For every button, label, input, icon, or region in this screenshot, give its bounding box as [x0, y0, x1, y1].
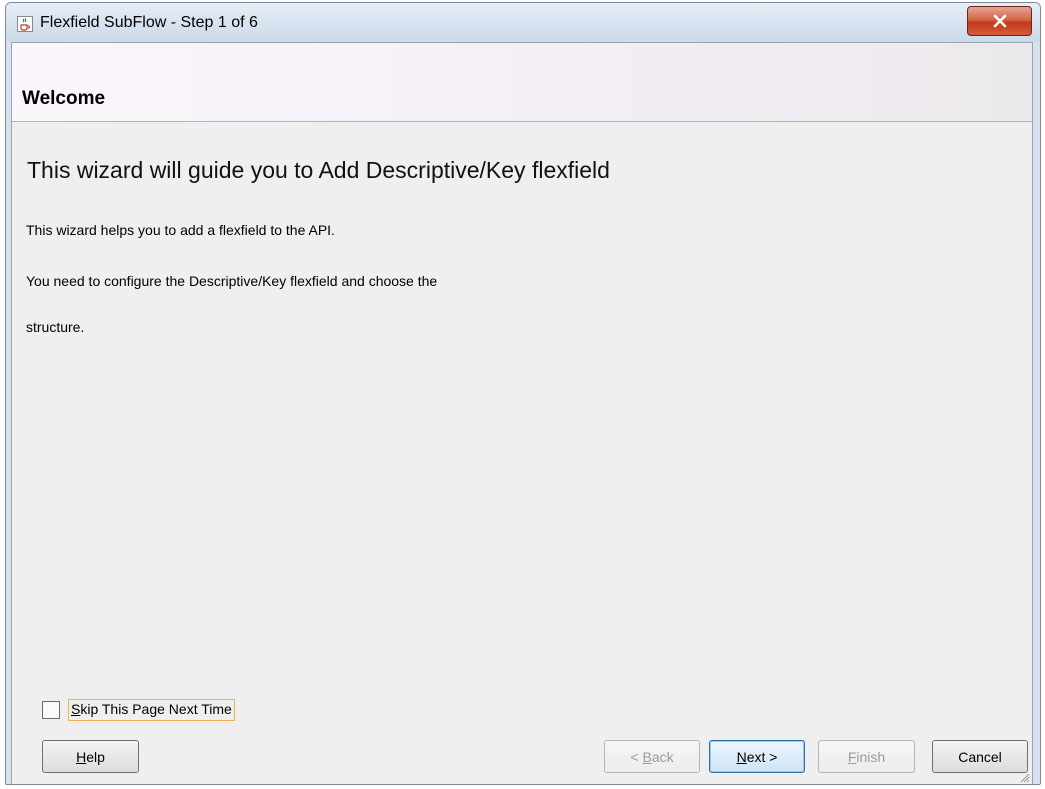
- help-label: elp: [86, 748, 105, 765]
- description-line-2: You need to configure the Descriptive/Ke…: [26, 273, 438, 289]
- description-line-3: structure.: [26, 319, 85, 335]
- cancel-label: Cancel: [958, 748, 1002, 765]
- skip-label-text: kip This Page Next Time: [80, 701, 232, 717]
- skip-page-label[interactable]: Skip This Page Next Time: [68, 699, 235, 721]
- finish-mnemonic: F: [847, 748, 857, 765]
- cancel-button[interactable]: Cancel: [932, 740, 1028, 773]
- close-button[interactable]: [967, 6, 1032, 36]
- back-button[interactable]: < Back: [604, 740, 700, 773]
- java-coffee-cup-icon: [17, 16, 33, 32]
- help-mnemonic: H: [76, 748, 87, 765]
- next-label: ext >: [746, 748, 778, 765]
- finish-button[interactable]: Finish: [818, 740, 915, 773]
- close-icon: [993, 14, 1006, 28]
- skip-label-mnemonic: S: [71, 701, 81, 717]
- back-mnemonic: B: [642, 748, 652, 765]
- wizard-heading: This wizard will guide you to Add Descri…: [27, 157, 610, 183]
- description-line-1: This wizard helps you to add a flexfield…: [26, 222, 335, 238]
- back-label: ack: [651, 748, 674, 765]
- page-title: Welcome: [22, 88, 106, 109]
- dialog-body: Welcome This wizard will guide you to Ad…: [11, 42, 1033, 784]
- next-mnemonic: N: [736, 748, 747, 765]
- window-title: Flexfield SubFlow - Step 1 of 6: [40, 14, 258, 31]
- finish-label: inish: [856, 748, 886, 765]
- skip-page-checkbox[interactable]: [42, 701, 60, 719]
- title-bar[interactable]: Flexfield SubFlow - Step 1 of 6: [6, 3, 1040, 42]
- wizard-window: Flexfield SubFlow - Step 1 of 6 Welcome …: [5, 2, 1041, 785]
- page-header: Welcome: [12, 43, 1032, 122]
- next-button[interactable]: Next >: [709, 740, 805, 773]
- help-button[interactable]: Help: [42, 740, 139, 773]
- back-prefix: <: [630, 748, 643, 765]
- resize-grip-icon[interactable]: [1018, 771, 1030, 783]
